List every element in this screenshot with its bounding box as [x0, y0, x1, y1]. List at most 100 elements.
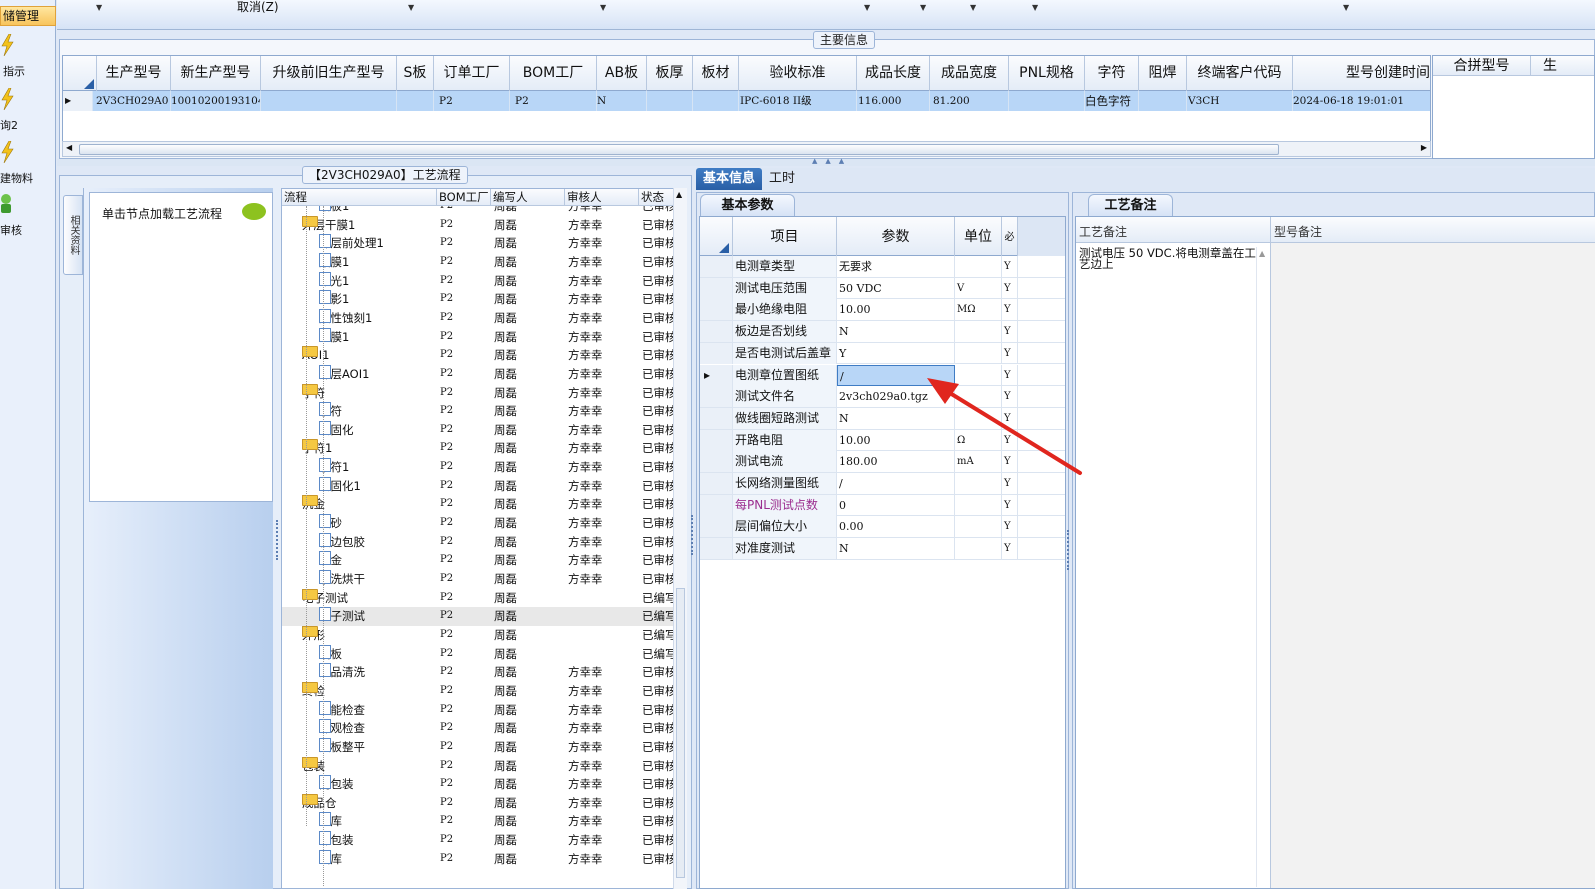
column-header[interactable]: 订单工厂: [434, 56, 510, 91]
scroll-thumb[interactable]: [676, 588, 685, 878]
tree-folder-node[interactable]: −沉金P2周磊方幸幸已审核: [282, 495, 678, 514]
tree-folder-node[interactable]: −成品仓P2周磊方幸幸已审核: [282, 793, 678, 813]
tree-folder-node[interactable]: −外形P2周磊已编写: [282, 625, 678, 645]
column-header[interactable]: 生: [1543, 56, 1557, 76]
param-row[interactable]: 每PNL测试点数 0 Y: [700, 494, 1065, 517]
column-header[interactable]: 板厚: [647, 56, 693, 91]
param-row[interactable]: 是否电测试后盖章 Y Y: [700, 342, 1065, 365]
tree-step-node[interactable]: 堵板1P2周磊方幸幸已审核: [282, 206, 678, 216]
column-header[interactable]: S板: [397, 56, 434, 91]
table-row[interactable]: ▶ 2V3CH029A0 10010200193104 P2 P2 N IPC-…: [63, 91, 1430, 111]
tree-step-node[interactable]: 曝光1 P2 周磊 方幸幸 已审核: [282, 271, 678, 291]
tree-folder-node[interactable]: −字符1P2周磊方幸幸已审核: [282, 439, 678, 458]
tree-step-node[interactable]: 酸性蚀刻1 P2 周磊 方幸幸 已审核: [282, 308, 678, 328]
column-header[interactable]: 参数: [837, 217, 955, 256]
tree-step-node[interactable]: 成品清洗 P2 周磊 方幸幸 已审核: [282, 663, 678, 682]
related-docs-tab[interactable]: 相关资料: [63, 195, 83, 275]
tree-step-node[interactable]: 电子测试 P2 周磊 已编写: [282, 607, 678, 626]
column-header[interactable]: 型号创建时间: [1293, 56, 1430, 91]
scroll-right-icon[interactable]: ▶: [1421, 143, 1427, 152]
dropdown-caret-icon[interactable]: ▼: [1032, 3, 1038, 12]
column-header[interactable]: BOM工厂: [437, 189, 491, 206]
param-row[interactable]: 最小绝缘电阻 10.00 MΩ Y: [700, 299, 1065, 322]
cell-s-board[interactable]: [397, 91, 434, 111]
nav-header[interactable]: 储管理: [0, 6, 56, 26]
dropdown-caret-icon[interactable]: ▼: [1343, 3, 1349, 12]
nav-item-review[interactable]: 审核: [0, 193, 56, 243]
tree-folder-node[interactable]: −终检P2周磊方幸幸已审核: [282, 681, 678, 701]
cell-length[interactable]: 116.000: [858, 91, 930, 111]
tab-work-hours[interactable]: 工时: [762, 168, 802, 190]
column-header[interactable]: 终端客户代码: [1187, 56, 1293, 91]
cell-order-factory[interactable]: P2: [439, 91, 510, 111]
column-header[interactable]: 验收标准: [739, 56, 857, 91]
column-header[interactable]: 必: [1002, 217, 1018, 256]
remark-scrollbar[interactable]: ▲: [1256, 247, 1269, 887]
param-value-cell[interactable]: N: [837, 321, 955, 343]
tree-step-node[interactable]: 铣板P2周磊已编写: [282, 644, 678, 664]
cell-width[interactable]: 81.200: [933, 91, 1009, 111]
cell-created-time[interactable]: 2024-06-18 19:01:01: [1293, 91, 1430, 111]
tree-step-node[interactable]: 水洗烘干 P2 周磊 方幸幸 已审核: [282, 570, 678, 589]
param-value-cell[interactable]: 0.00: [837, 516, 955, 538]
param-value-cell[interactable]: 无要求: [837, 256, 955, 277]
scroll-up-icon[interactable]: ▲: [676, 190, 682, 199]
cell-ab-board[interactable]: N: [597, 91, 647, 111]
scroll-left-icon[interactable]: ◀: [66, 143, 72, 152]
param-value-cell[interactable]: Y: [837, 342, 955, 364]
tree-step-node[interactable]: 外层AOI1 P2 周磊 方幸幸 已审核: [282, 364, 678, 384]
cell-model[interactable]: 2V3CH029A0: [96, 91, 171, 111]
tree-step-node[interactable]: 终固化 P2 周磊 方幸幸 已审核: [282, 420, 678, 440]
dropdown-caret-icon[interactable]: ▼: [864, 3, 870, 12]
cancel-button[interactable]: 取消(Z): [237, 0, 279, 14]
nav-item-query2[interactable]: 询2: [0, 88, 56, 138]
cell-new-model[interactable]: 10010200193104: [171, 91, 261, 111]
tree-step-node[interactable]: 功能检查 P2 周磊 方幸幸 已审核: [282, 700, 678, 720]
tree-folder-node[interactable]: −电子测试P2周磊已编写: [282, 588, 678, 608]
param-row[interactable]: 层间偏位大小 0.00 Y: [700, 516, 1065, 539]
tree-step-node[interactable]: 显影1 P2 周磊 方幸幸 已审核: [282, 290, 678, 309]
column-header[interactable]: BOM工厂: [510, 56, 597, 91]
column-header[interactable]: 升级前旧生产型号: [261, 56, 397, 91]
cell-standard[interactable]: IPC-6018 II级: [740, 91, 857, 111]
param-value-cell[interactable]: 10.00: [837, 299, 955, 321]
dropdown-caret-icon[interactable]: ▼: [96, 3, 102, 12]
column-header[interactable]: 生产型号: [97, 56, 171, 91]
column-header[interactable]: 新生产型号: [171, 56, 261, 91]
cell-pnl[interactable]: [1009, 91, 1085, 111]
column-header[interactable]: 阻焊: [1139, 56, 1187, 91]
tree-step-node[interactable]: 字符P2周磊方幸幸已审核: [282, 402, 678, 421]
tab-process-remarks[interactable]: 工艺备注: [1088, 194, 1173, 216]
tree-step-node[interactable]: 出库P2周磊方幸幸已审核: [282, 849, 678, 869]
param-row[interactable]: 板边是否划线 N Y: [700, 321, 1065, 343]
cell-material[interactable]: [693, 91, 739, 111]
tree-step-node[interactable]: 沉金P2周磊方幸幸已审核: [282, 551, 678, 570]
param-value-cell[interactable]: 50 VDC: [837, 277, 955, 299]
tree-step-node[interactable]: 贴膜1 P2 周磊 方幸幸 已审核: [282, 252, 678, 272]
splitter-grip-icon[interactable]: ▲▲▲: [812, 157, 852, 165]
dropdown-caret-icon[interactable]: ▼: [408, 3, 414, 12]
cell-character[interactable]: 白色字符: [1085, 91, 1139, 111]
column-header[interactable]: 字符: [1085, 56, 1139, 91]
tab-basic-info[interactable]: 基本信息: [696, 168, 763, 190]
column-header[interactable]: 流程: [282, 189, 437, 206]
column-header[interactable]: 项目: [733, 217, 837, 256]
dropdown-caret-icon[interactable]: ▼: [970, 3, 976, 12]
param-row[interactable]: 电测章类型 无要求 Y: [700, 256, 1065, 278]
tree-step-node[interactable]: 内包装 P2 周磊 方幸幸 已审核: [282, 775, 678, 794]
tree-step-node[interactable]: 终固化1 P2 周磊 方幸幸 已审核: [282, 476, 678, 496]
tree-step-node[interactable]: 退膜1 P2 周磊 方幸幸 已审核: [282, 327, 678, 347]
dropdown-caret-icon[interactable]: ▼: [600, 3, 606, 12]
tree-step-node[interactable]: 喷砂P2周磊方幸幸已审核: [282, 514, 678, 533]
tree-folder-node[interactable]: −包装P2周磊方幸幸已审核: [282, 756, 678, 776]
tree-folder-node[interactable]: −字符P2周磊方幸幸已审核: [282, 383, 678, 403]
column-header[interactable]: 合拼型号: [1433, 56, 1531, 76]
tree-step-node[interactable]: 入库P2周磊方幸幸已审核: [282, 812, 678, 831]
nav-item-instruction[interactable]: 指示: [0, 34, 56, 84]
param-value-cell[interactable]: 0: [837, 494, 955, 516]
column-header[interactable]: AB板: [597, 56, 647, 91]
tree-step-node[interactable]: 外观检查 P2 周磊 方幸幸 已审核: [282, 719, 678, 738]
column-header[interactable]: 审核人: [565, 189, 639, 206]
horizontal-splitter[interactable]: ▲▲▲: [57, 157, 1595, 166]
tree-step-node[interactable]: 外层前处理1 P2 周磊 方幸幸 已审核: [282, 234, 678, 253]
